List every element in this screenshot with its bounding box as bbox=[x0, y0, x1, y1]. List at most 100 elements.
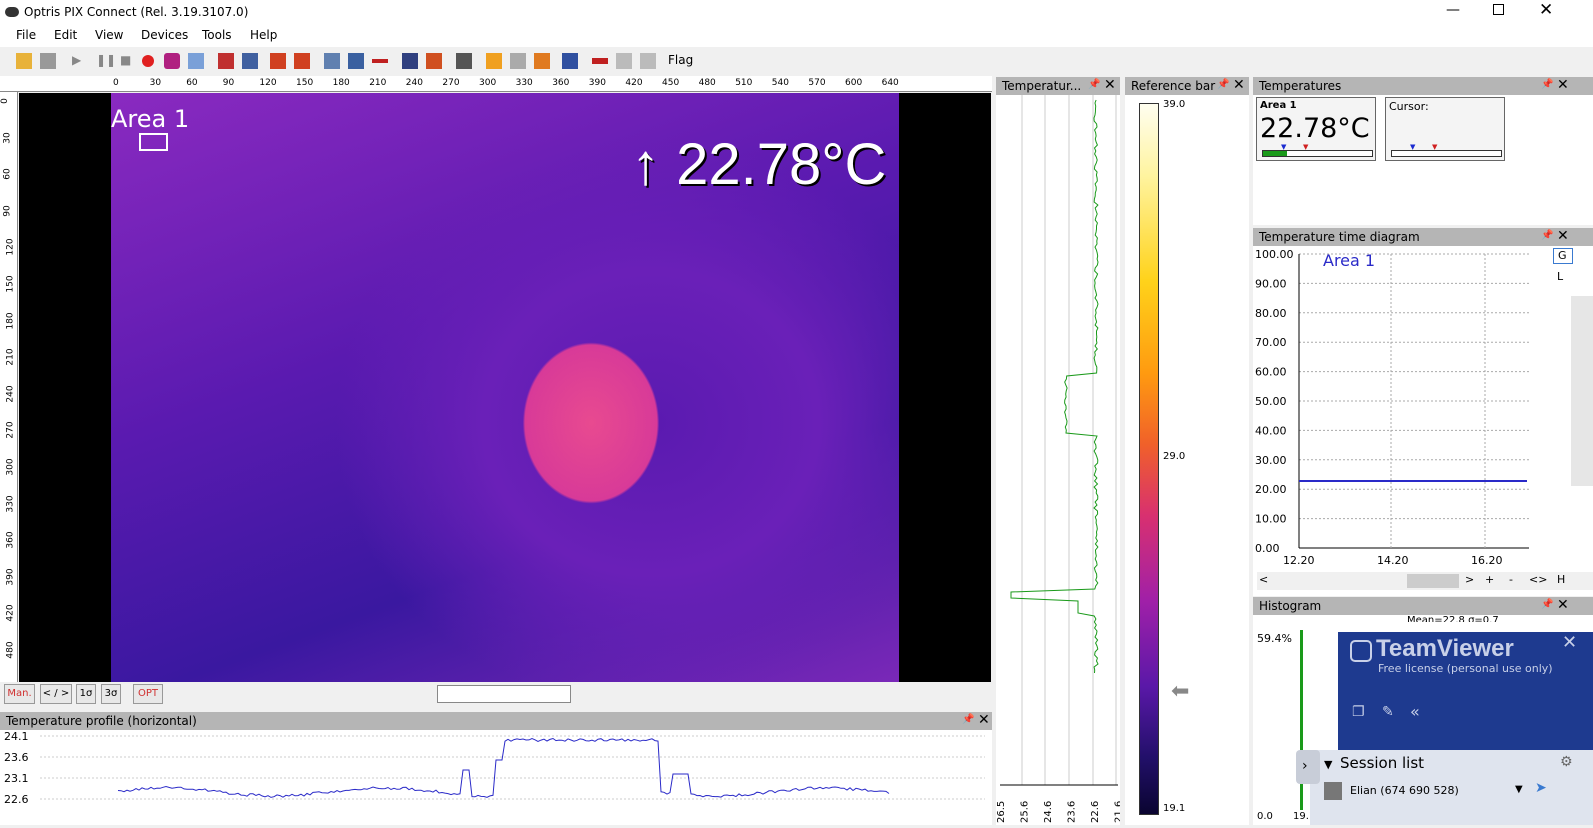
brush-icon[interactable]: ✎ bbox=[1382, 704, 1394, 720]
session-title: Session list bbox=[1340, 754, 1424, 772]
settings-gear-icon[interactable]: ⚙ bbox=[1560, 754, 1573, 770]
thermal-image[interactable]: Area 1 ↑ 22.78°C bbox=[19, 93, 991, 682]
grid-icon[interactable] bbox=[562, 53, 578, 69]
minimize-icon[interactable]: — bbox=[1446, 2, 1460, 18]
record-icon[interactable] bbox=[142, 55, 154, 67]
time-scrollbar[interactable]: < > + - <> H bbox=[1257, 572, 1593, 590]
area-box[interactable] bbox=[139, 133, 168, 151]
side-button-g[interactable]: G bbox=[1553, 248, 1573, 264]
ruler-x-tick: 640 bbox=[882, 78, 899, 88]
ruler-y-tick: 0 bbox=[0, 98, 10, 104]
scale-mid: 29.0 bbox=[1163, 451, 1185, 462]
pin-icon[interactable]: 📌 bbox=[962, 714, 974, 725]
pin-icon[interactable]: 📌 bbox=[1541, 599, 1553, 610]
layout-icon-2[interactable] bbox=[242, 53, 258, 69]
area-temp-card[interactable]: Area 1 22.78°C ▼ ▼ bbox=[1256, 97, 1376, 161]
ruler-x-tick: 390 bbox=[589, 78, 606, 88]
open-icon[interactable] bbox=[16, 53, 32, 69]
ruler-x-tick: 240 bbox=[406, 78, 423, 88]
pin-icon[interactable]: 📌 bbox=[1088, 79, 1100, 90]
scale-min: 19.1 bbox=[1163, 803, 1185, 814]
ruler-y-tick: 90 bbox=[3, 205, 13, 216]
close-icon[interactable]: ✕ bbox=[1539, 0, 1553, 20]
histogram-y-top: 59.4% bbox=[1257, 632, 1292, 645]
save-icon[interactable] bbox=[40, 53, 56, 69]
user-avatar bbox=[1324, 782, 1342, 800]
temperatures-panel: Area 1 22.78°C ▼ ▼ Cursor: ▼ ▼ bbox=[1253, 95, 1593, 225]
ruler-y-tick: 150 bbox=[6, 275, 16, 292]
reference-bar-panel: 39.0 29.0 19.1 ⬅ bbox=[1125, 95, 1249, 825]
menu-help[interactable]: Help bbox=[250, 28, 277, 42]
max-temp-readout: ↑ 22.78°C bbox=[631, 131, 886, 198]
cursor-temp-card[interactable]: Cursor: ▼ ▼ bbox=[1385, 97, 1505, 161]
temperatures-header: Temperatures 📌 ✕ bbox=[1253, 77, 1593, 95]
pointer-arrow-icon[interactable]: ⬅ bbox=[1171, 679, 1189, 704]
device-icon-2[interactable] bbox=[640, 53, 656, 69]
flame-icon[interactable] bbox=[486, 53, 502, 69]
device-icon-1[interactable] bbox=[616, 53, 632, 69]
dropdown-icon[interactable]: ▼ bbox=[1515, 784, 1523, 795]
pin-icon[interactable]: 📌 bbox=[1541, 79, 1553, 90]
profile-series bbox=[118, 739, 889, 798]
ruler-x-tick: 30 bbox=[150, 78, 161, 88]
three-sigma-button[interactable]: 3σ bbox=[101, 684, 121, 704]
profile-x-tick: 22.6 bbox=[1090, 801, 1101, 823]
expand-chevron-icon[interactable]: › bbox=[1296, 750, 1320, 784]
profile-x-tick: 24.6 bbox=[1043, 801, 1054, 823]
side-button-l[interactable]: L bbox=[1557, 270, 1563, 283]
profile-icon[interactable] bbox=[324, 53, 340, 69]
opt-button[interactable]: OPT bbox=[133, 684, 163, 704]
collapse-triangle-icon[interactable]: ▼ bbox=[1324, 758, 1332, 771]
close-icon[interactable]: ✕ bbox=[1557, 597, 1569, 613]
session-user[interactable]: Elian (674 690 528) bbox=[1350, 784, 1459, 797]
settings-icon[interactable] bbox=[534, 53, 550, 69]
close-icon[interactable]: ✕ bbox=[1233, 77, 1245, 93]
layout-icon-3[interactable] bbox=[270, 53, 286, 69]
pause-icon[interactable]: ❚❚ bbox=[96, 53, 112, 69]
ruler-y-tick: 180 bbox=[6, 312, 16, 329]
ruler-y-tick: 240 bbox=[6, 385, 16, 402]
stop-icon[interactable]: ■ bbox=[120, 53, 136, 69]
line-icon[interactable] bbox=[372, 59, 388, 63]
copy-icon[interactable]: ❐ bbox=[1352, 704, 1365, 720]
menu-tools[interactable]: Tools bbox=[202, 28, 232, 42]
flag-button[interactable]: Flag bbox=[668, 53, 693, 67]
teamviewer-close-icon[interactable]: ✕ bbox=[1562, 632, 1577, 653]
pin-icon[interactable]: 📌 bbox=[1541, 230, 1553, 241]
layout-icon-4[interactable] bbox=[294, 53, 310, 69]
time-y-tick: 40.00 bbox=[1255, 424, 1287, 437]
layout-icon-1[interactable] bbox=[218, 53, 234, 69]
close-icon[interactable]: ✕ bbox=[978, 712, 990, 728]
menu-devices[interactable]: Devices bbox=[141, 28, 188, 42]
ruler-x-tick: 270 bbox=[442, 78, 459, 88]
palette-icon[interactable] bbox=[426, 53, 442, 69]
close-icon[interactable]: ✕ bbox=[1557, 77, 1569, 93]
view-scrollbar[interactable] bbox=[437, 685, 571, 703]
ruler-x-tick: 510 bbox=[735, 78, 752, 88]
collapse-icon[interactable]: « bbox=[1410, 702, 1420, 721]
calibrate-icon[interactable] bbox=[510, 53, 526, 69]
close-icon[interactable]: ✕ bbox=[1104, 77, 1116, 93]
pin-icon[interactable]: 📌 bbox=[1217, 79, 1229, 90]
connect-icon[interactable]: ➤ bbox=[1535, 780, 1547, 796]
menu-file[interactable]: File bbox=[16, 28, 36, 42]
snapshot-icon[interactable] bbox=[164, 53, 180, 69]
one-sigma-button[interactable]: 1σ bbox=[76, 684, 96, 704]
close-icon[interactable]: ✕ bbox=[1557, 228, 1569, 244]
time-diagram-chart: 100.00 90.00 80.00 70.00 60.00 50.00 40.00 30.0… bbox=[1253, 246, 1593, 596]
manual-button[interactable]: Man. bbox=[4, 684, 35, 704]
menu-view[interactable]: View bbox=[95, 28, 123, 42]
measure-icon[interactable] bbox=[592, 58, 608, 64]
copy-icon[interactable] bbox=[188, 53, 204, 69]
range-button[interactable]: < / > bbox=[40, 684, 72, 704]
bar-chart-icon[interactable] bbox=[402, 53, 418, 69]
window-title: Optris PIX Connect (Rel. 3.19.3107.0) bbox=[24, 5, 248, 19]
play-icon[interactable]: ▶ bbox=[72, 53, 88, 69]
chart-icon[interactable] bbox=[348, 53, 364, 69]
menu-edit[interactable]: Edit bbox=[54, 28, 77, 42]
tools-icon[interactable] bbox=[456, 53, 472, 69]
area-level-bar bbox=[1262, 150, 1373, 157]
restore-icon[interactable] bbox=[1493, 4, 1504, 15]
time-y-tick: 50.00 bbox=[1255, 395, 1287, 408]
vertical-scrollbar bbox=[1571, 296, 1593, 486]
